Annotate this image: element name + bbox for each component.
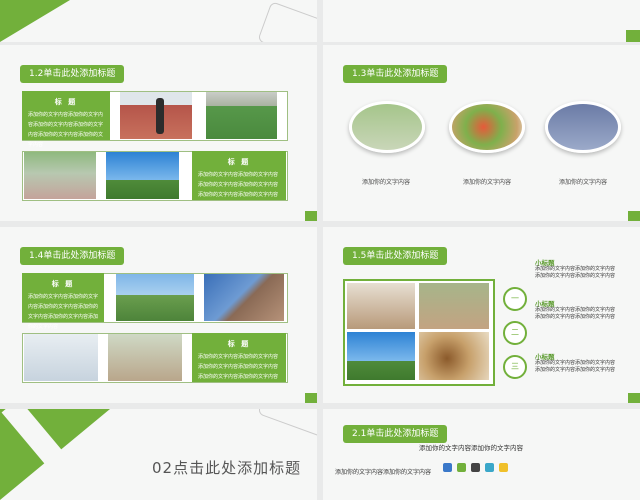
item-body-1: 添加你的文字内容添加你的文字内容添加你的文字内容添加你的文字内容 — [535, 266, 616, 279]
sub-line: 添加你的文字内容添加你的文字内容 — [335, 469, 432, 476]
box-body: 添加你的文字内容添加你的文字内容添加你的文字内容添加你的文字内容添加你的文字内容… — [28, 112, 104, 148]
oval-photo-salad — [449, 101, 525, 153]
photo-business-team — [24, 334, 98, 381]
app-icon — [499, 463, 508, 472]
corner-accent — [305, 211, 317, 221]
text-box-bottom: 标 题 添加你的文字内容添加你的文字内容添加你的文字内容添加你的文字内容添加你的… — [192, 151, 286, 200]
text-box-top: 标 题 添加你的文字内容添加你的文字内容添加你的文字内容添加你的文字内容添加你的… — [22, 91, 110, 148]
app-icons-row — [443, 461, 515, 475]
slide-tag: 1.3单击此处添加标题 — [343, 65, 448, 83]
corner-accent — [628, 393, 640, 403]
slide-1-4[interactable]: 1.4单击此处添加标题 标 题 添加你的文字内容添加你的文字内容添加你的文字内容… — [0, 227, 317, 403]
photo-nuts-bowl — [419, 332, 489, 380]
slide-1-3[interactable]: 1.3单击此处添加标题 添加你的文字内容 添加你的文字内容 添加你的文字内容 — [323, 45, 640, 221]
green-triangle-decoration — [0, 0, 70, 42]
box-title: 标 题 — [227, 158, 251, 166]
item-body-3: 添加你的文字内容添加你的文字内容添加你的文字内容添加你的文字内容 — [535, 360, 616, 373]
caption-3: 添加你的文字内容 — [559, 179, 608, 186]
app-icon — [457, 463, 466, 472]
number-circle-1: 一 — [503, 287, 527, 311]
frame-line-decoration — [257, 1, 317, 42]
number-circle-2: 二 — [503, 321, 527, 345]
box-body: 添加你的文字内容添加你的文字内容添加你的文字内容添加你的文字内容添加你的文字内容… — [28, 294, 99, 330]
oval-photo-family-walk — [349, 101, 425, 153]
app-icon — [485, 463, 494, 472]
caption-1: 添加你的文字内容 — [362, 179, 411, 186]
text-box-top: 标 题 添加你的文字内容添加你的文字内容添加你的文字内容添加你的文字内容添加你的… — [22, 273, 104, 330]
corner-accent — [305, 393, 317, 403]
slide-tag: 1.5单击此处添加标题 — [343, 247, 448, 265]
box-title: 标 题 — [227, 340, 251, 348]
slide-section-02[interactable]: 02点击此处添加标题 — [0, 409, 317, 500]
slide-1-2[interactable]: 1.2单击此处添加标题 标 题 添加你的文字内容添加你的文字内容添加你的文字内容… — [0, 45, 317, 221]
photo-women-running — [24, 152, 96, 199]
heading-line: 添加你的文字内容添加你的文字内容 — [419, 444, 523, 452]
slide-top-right-partial[interactable] — [323, 0, 640, 42]
runner-figure — [156, 98, 164, 134]
photo-aerial-town — [108, 334, 182, 381]
photo-villas — [116, 274, 194, 321]
section-title: 02点击此处添加标题 — [152, 459, 302, 477]
slide-tag: 2.1单击此处添加标题 — [343, 425, 448, 443]
box-title: 标 题 — [51, 280, 75, 288]
text-box-bottom: 标 题 添加你的文字内容添加你的文字内容添加你的文字内容添加你的文字内容添加你的… — [192, 333, 286, 382]
slide-tag: 1.4单击此处添加标题 — [20, 247, 125, 265]
slide-2-1[interactable]: 2.1单击此处添加标题 添加你的文字内容添加你的文字内容 添加你的文字内容添加你… — [323, 409, 640, 500]
photo-architecture — [204, 274, 284, 321]
corner-accent — [628, 211, 640, 221]
box-title: 标 题 — [54, 98, 78, 106]
number-circle-3: 三 — [503, 355, 527, 379]
slide-tag: 1.2单击此处添加标题 — [20, 65, 125, 83]
app-icon — [471, 463, 480, 472]
app-icon — [443, 463, 452, 472]
corner-accent — [626, 30, 640, 42]
box-body: 添加你的文字内容添加你的文字内容添加你的文字内容添加你的文字内容添加你的文字内容… — [198, 172, 279, 198]
caption-2: 添加你的文字内容 — [463, 179, 512, 186]
frame-line-decoration — [257, 409, 317, 442]
photo-city-skyline — [106, 152, 179, 199]
slide-1-5[interactable]: 1.5单击此处添加标题 一 二 三 小标题 添加你的文字内容添加你的文字内容添加… — [323, 227, 640, 403]
oval-photo-yoga — [545, 101, 621, 153]
box-body: 添加你的文字内容添加你的文字内容添加你的文字内容添加你的文字内容添加你的文字内容… — [198, 354, 279, 380]
photo-city-skyline — [347, 332, 415, 380]
photo-aerial-houses — [419, 283, 489, 329]
photo-football-field — [206, 92, 277, 139]
item-body-2: 添加你的文字内容添加你的文字内容添加你的文字内容添加你的文字内容 — [535, 307, 616, 320]
photo-runner-track — [120, 92, 192, 139]
photo-cooking-couple — [347, 283, 415, 329]
slide-cover-partial[interactable] — [0, 0, 317, 42]
